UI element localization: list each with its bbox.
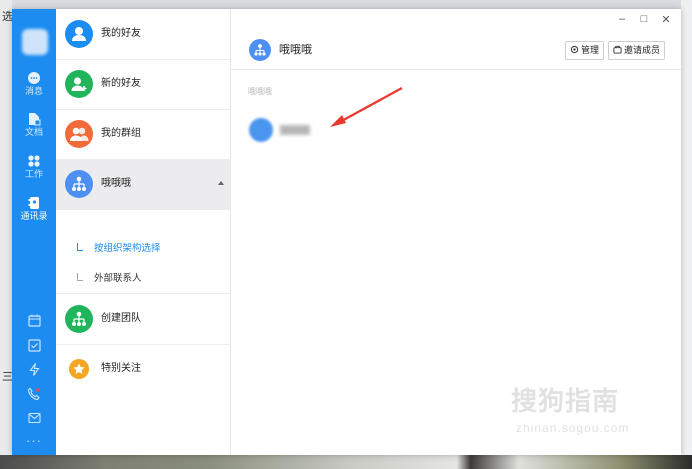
- person-icon: [65, 20, 93, 48]
- avatar: [249, 118, 273, 142]
- gear-icon: [570, 45, 579, 54]
- user-avatar[interactable]: [22, 29, 48, 55]
- apps-grid-icon: [28, 155, 40, 167]
- member-name-blurred: [280, 125, 310, 135]
- manage-label: 管理: [581, 45, 600, 55]
- contacts-item-create-team[interactable]: 创建团队: [56, 293, 230, 345]
- chat-icon: [28, 72, 40, 84]
- org-tree-icon: [249, 39, 271, 61]
- sub-item-label: 按组织架构选择: [94, 243, 161, 254]
- nav-rail: 消息 文档 工作 通讯录 ···: [12, 9, 56, 455]
- nav-item-contacts[interactable]: 通讯录: [12, 196, 56, 222]
- watermark-url: zhinan.sogou.com: [516, 421, 630, 435]
- desktop-right-strip: [681, 0, 692, 469]
- contacts-item-label: 特别关注: [101, 363, 141, 374]
- nav-label: 文档: [24, 127, 43, 137]
- add-person-icon: [65, 70, 93, 98]
- contacts-panel: 我的好友 新的好友 我的群组 哦哦哦 按组织架构选择 外部联系人 创建团队 特别…: [56, 9, 231, 455]
- phone-call-icon[interactable]: [12, 387, 56, 404]
- member-item[interactable]: [246, 115, 336, 145]
- document-icon: [29, 113, 41, 126]
- main-content: – □ ✕ 哦哦哦 管理 邀请成员 哦哦哦 搜狗指南 zhinan.sogou.…: [231, 9, 681, 455]
- group-icon: [65, 120, 93, 148]
- more-dots-icon[interactable]: ···: [12, 433, 56, 448]
- contacts-item-label: 哦哦哦: [101, 178, 131, 189]
- tree-branch-icon: [77, 243, 83, 251]
- contacts-item-org[interactable]: 哦哦哦: [56, 159, 230, 210]
- org-tree-icon: [65, 305, 93, 333]
- desktop-taskbar-area: [0, 455, 692, 469]
- contacts-item-label: 创建团队: [101, 313, 141, 324]
- mail-icon[interactable]: [12, 412, 56, 427]
- watermark-logo: 搜狗指南: [511, 386, 620, 416]
- sub-item-label: 外部联系人: [94, 273, 142, 284]
- nav-item-work[interactable]: 工作: [12, 154, 56, 180]
- desktop-left-strip: 选 三: [0, 0, 13, 469]
- contacts-item-label: 我的好友: [101, 28, 141, 39]
- annotation-arrow: [330, 87, 403, 127]
- nav-item-documents[interactable]: 文档: [12, 112, 56, 138]
- invite-person-icon: [613, 45, 622, 54]
- contacts-item-my-friends[interactable]: 我的好友: [56, 9, 230, 60]
- contacts-item-label: 我的群组: [101, 128, 141, 139]
- lightning-icon[interactable]: [12, 363, 56, 379]
- nav-label: 工作: [24, 169, 43, 179]
- collapse-caret-icon[interactable]: [218, 181, 224, 185]
- nav-label: 通讯录: [20, 211, 48, 221]
- minimize-button[interactable]: –: [615, 13, 629, 25]
- tree-branch-icon: [77, 273, 83, 281]
- sub-item-by-org[interactable]: 按组织架构选择: [56, 234, 230, 264]
- invite-label: 邀请成员: [624, 45, 661, 55]
- org-header: 哦哦哦 管理 邀请成员: [231, 31, 681, 70]
- page-title: 哦哦哦: [279, 44, 312, 56]
- calendar-icon[interactable]: [12, 314, 56, 330]
- sub-item-external-contacts[interactable]: 外部联系人: [56, 264, 230, 294]
- nav-item-messages[interactable]: 消息: [12, 71, 56, 97]
- contacts-item-my-groups[interactable]: 我的群组: [56, 109, 230, 160]
- nav-label: 消息: [24, 86, 43, 96]
- close-button[interactable]: ✕: [659, 13, 673, 26]
- app-window: 消息 文档 工作 通讯录 ··· 我的好友 新的好友 我的群组 哦哦哦 按组织架…: [12, 9, 681, 455]
- star-icon: [69, 359, 89, 379]
- contacts-item-new-friends[interactable]: 新的好友: [56, 59, 230, 110]
- task-check-icon[interactable]: [12, 339, 56, 355]
- maximize-button[interactable]: □: [637, 13, 651, 25]
- contacts-icon: [28, 197, 39, 209]
- org-tree-icon: [65, 170, 93, 198]
- invite-member-button[interactable]: 邀请成员: [608, 41, 666, 60]
- contacts-item-label: 新的好友: [101, 78, 141, 89]
- section-label: 哦哦哦: [248, 87, 272, 96]
- manage-button[interactable]: 管理: [565, 41, 605, 60]
- contacts-item-special-follow[interactable]: 特别关注: [56, 344, 230, 394]
